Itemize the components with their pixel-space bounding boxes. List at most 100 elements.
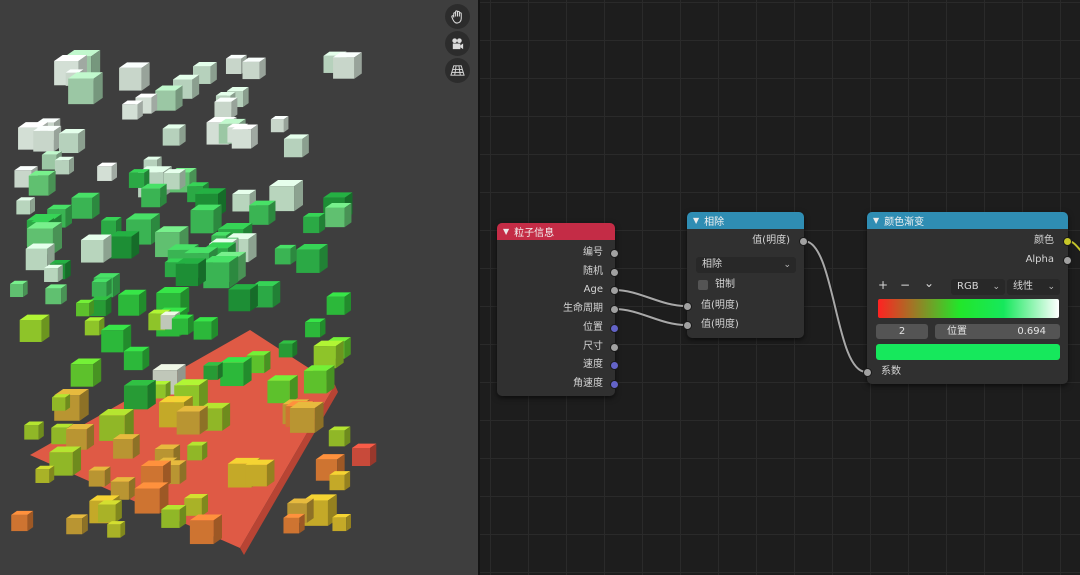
position-label: 位置: [947, 326, 967, 337]
divide-output-label: 值(明度): [752, 235, 790, 246]
camera-icon[interactable]: [445, 31, 470, 56]
collapse-icon[interactable]: ▼: [693, 216, 699, 225]
factor-input-label: 系数: [881, 366, 901, 377]
output-lifetime: 生命周期: [563, 303, 603, 314]
particle-cube: [162, 128, 180, 146]
particle-cube: [190, 210, 214, 234]
socket-velocity[interactable]: [610, 361, 619, 370]
particle-cube: [44, 268, 58, 282]
particle-cube: [10, 283, 24, 298]
particle-cube: [81, 239, 104, 263]
particle-cube: [175, 263, 199, 287]
particle-cube: [11, 514, 28, 532]
socket-size[interactable]: [610, 343, 619, 352]
particle-cube: [325, 207, 345, 228]
output-angular-velocity: 角速度: [573, 378, 603, 389]
output-size: 尺寸: [583, 341, 603, 352]
particle-cube: [184, 498, 202, 516]
particle-cube: [329, 474, 345, 491]
particle-cube: [88, 470, 105, 487]
socket-divide-input-1[interactable]: [683, 302, 692, 311]
collapse-icon[interactable]: ▼: [873, 216, 879, 225]
chevron-down-icon: ⌄: [783, 260, 791, 270]
hand-icon[interactable]: [445, 4, 470, 29]
color-ramp-gradient[interactable]: [878, 299, 1059, 318]
particle-cube: [352, 448, 370, 466]
particle-cube: [303, 370, 327, 394]
particle-cube: [16, 200, 31, 215]
particle-cube: [123, 385, 148, 410]
particle-cube: [107, 524, 121, 538]
color-ramp-header[interactable]: ▼ 颜色渐变: [867, 212, 1068, 229]
color-ramp-node[interactable]: ▼ 颜色渐变 颜色 Alpha + − ⌄ RGB ⌄ 线性 ⌄ 2 位置 0.…: [863, 212, 1072, 384]
particle-cube: [45, 288, 62, 305]
output-random: 随机: [583, 266, 603, 277]
particle-cube: [303, 216, 320, 234]
color-mode-value: RGB: [957, 281, 979, 292]
particle-info-header[interactable]: ▼ 粒子信息: [497, 223, 615, 240]
particle-cube: [283, 138, 303, 158]
particle-cube: [98, 504, 116, 523]
particle-cube: [171, 318, 189, 335]
interpolation-dropdown[interactable]: 线性 ⌄: [1007, 279, 1060, 295]
particle-cube: [332, 517, 347, 532]
socket-index[interactable]: [610, 249, 619, 258]
operation-dropdown[interactable]: 相除 ⌄: [696, 257, 796, 273]
divide-node[interactable]: ▼ 相除 值(明度) 相除 ⌄ 钳制 值(明度) 值(明度): [683, 212, 808, 338]
socket-angular-velocity[interactable]: [610, 380, 619, 389]
particle-cube: [113, 438, 133, 459]
color-mode-dropdown[interactable]: RGB ⌄: [951, 279, 1005, 295]
particle-cube: [109, 236, 132, 259]
active-stop-index[interactable]: 2: [876, 324, 928, 339]
output-color-label: 颜色: [1034, 235, 1054, 246]
socket-color[interactable]: [1063, 237, 1072, 246]
particle-cube: [19, 319, 42, 342]
particle-cube: [54, 160, 70, 175]
ramp-menu-button[interactable]: ⌄: [922, 276, 936, 290]
socket-lifetime[interactable]: [610, 305, 619, 314]
particle-cube: [328, 430, 345, 447]
particle-cube: [225, 58, 242, 75]
particle-cube: [245, 464, 267, 487]
socket-alpha[interactable]: [1063, 256, 1072, 265]
particle-cube: [70, 364, 94, 387]
node-editor[interactable]: ▼ 粒子信息 编号 随机 Age 生命周期 位置 尺寸 速度 角速度 ▼ 相除 …: [480, 0, 1080, 575]
particle-info-node[interactable]: ▼ 粒子信息 编号 随机 Age 生命周期 位置 尺寸 速度 角速度: [497, 223, 619, 396]
particle-cube: [122, 104, 138, 120]
particle-cube: [203, 262, 230, 289]
output-age: Age: [583, 284, 603, 295]
particle-cube: [305, 322, 321, 338]
3d-viewport[interactable]: [0, 0, 478, 575]
interpolation-value: 线性: [1013, 281, 1033, 292]
output-index: 编号: [583, 247, 603, 258]
particle-cube: [118, 294, 140, 316]
clamp-checkbox[interactable]: [698, 280, 708, 290]
particle-cube: [76, 303, 90, 317]
color-ramp-title: 颜色渐变: [884, 217, 925, 228]
add-stop-button[interactable]: +: [876, 278, 890, 292]
divide-input-2: 值(明度): [701, 319, 739, 330]
socket-factor[interactable]: [863, 368, 872, 377]
particle-cube: [24, 425, 39, 440]
socket-age[interactable]: [610, 286, 619, 295]
grid-plane-icon[interactable]: [445, 58, 470, 83]
particle-cube: [123, 351, 143, 371]
socket-location[interactable]: [610, 324, 619, 333]
particle-cube: [161, 509, 180, 528]
remove-stop-button[interactable]: −: [898, 278, 912, 292]
particle-cube: [249, 205, 269, 225]
particle-cube: [176, 411, 200, 435]
socket-divide-output[interactable]: [799, 237, 808, 246]
particle-cube: [58, 133, 79, 154]
particle-cube: [187, 445, 203, 461]
divide-header[interactable]: ▼ 相除: [687, 212, 804, 229]
particle-scene: [10, 50, 377, 555]
particle-cube: [313, 346, 336, 369]
particle-cube: [189, 520, 214, 545]
stop-position-field[interactable]: 位置 0.694: [935, 324, 1060, 339]
collapse-icon[interactable]: ▼: [503, 227, 509, 236]
socket-divide-input-2[interactable]: [683, 321, 692, 330]
socket-random[interactable]: [610, 268, 619, 277]
active-color-swatch[interactable]: [876, 344, 1060, 360]
particle-cube: [97, 166, 112, 181]
